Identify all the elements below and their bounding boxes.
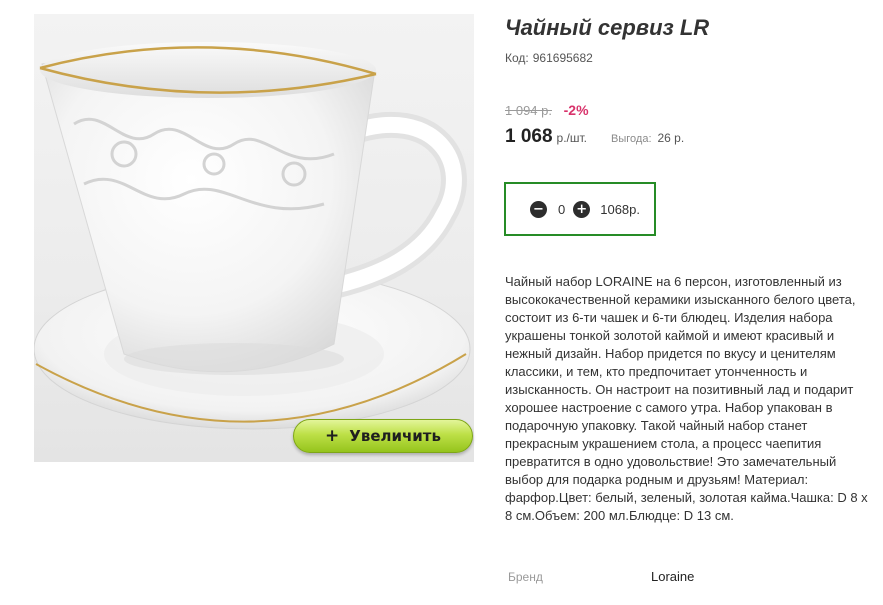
price-row: 1 068 р./шт. Выгода: 26 р. bbox=[505, 126, 684, 148]
discount-badge: -2% bbox=[563, 102, 589, 118]
benefit-value: 26 р. bbox=[657, 131, 685, 145]
old-price: 1 094 р. bbox=[505, 103, 552, 118]
price-unit: р./шт. bbox=[556, 131, 588, 145]
plus-circle-icon[interactable]: + bbox=[573, 200, 591, 218]
code-label: Код: bbox=[505, 51, 529, 65]
plus-icon: + bbox=[325, 425, 340, 446]
old-price-row: 1 094 р. -2% bbox=[505, 102, 589, 118]
brand-value[interactable]: Loraine bbox=[651, 569, 694, 584]
benefit-label: Выгода: bbox=[611, 133, 652, 145]
quantity-stepper: − 0 + 1068р. bbox=[504, 182, 656, 236]
zoom-label: Увеличить bbox=[349, 427, 441, 445]
product-image[interactable] bbox=[34, 14, 474, 462]
product-title: Чайный сервиз LR bbox=[505, 15, 710, 40]
zoom-button[interactable]: + Увеличить bbox=[293, 419, 473, 453]
product-code: Код: 961695682 bbox=[505, 51, 593, 65]
quantity-value[interactable]: 0 bbox=[558, 202, 565, 217]
minus-icon[interactable]: − bbox=[530, 200, 547, 218]
teacup-illustration bbox=[34, 42, 471, 430]
current-price: 1 068 bbox=[505, 126, 553, 147]
product-description: Чайный набор LORAINE на 6 персон, изгото… bbox=[505, 274, 868, 523]
brand-label: Бренд bbox=[508, 570, 543, 584]
code-value: 961695682 bbox=[532, 51, 593, 65]
quantity-total: 1068р. bbox=[600, 201, 640, 217]
